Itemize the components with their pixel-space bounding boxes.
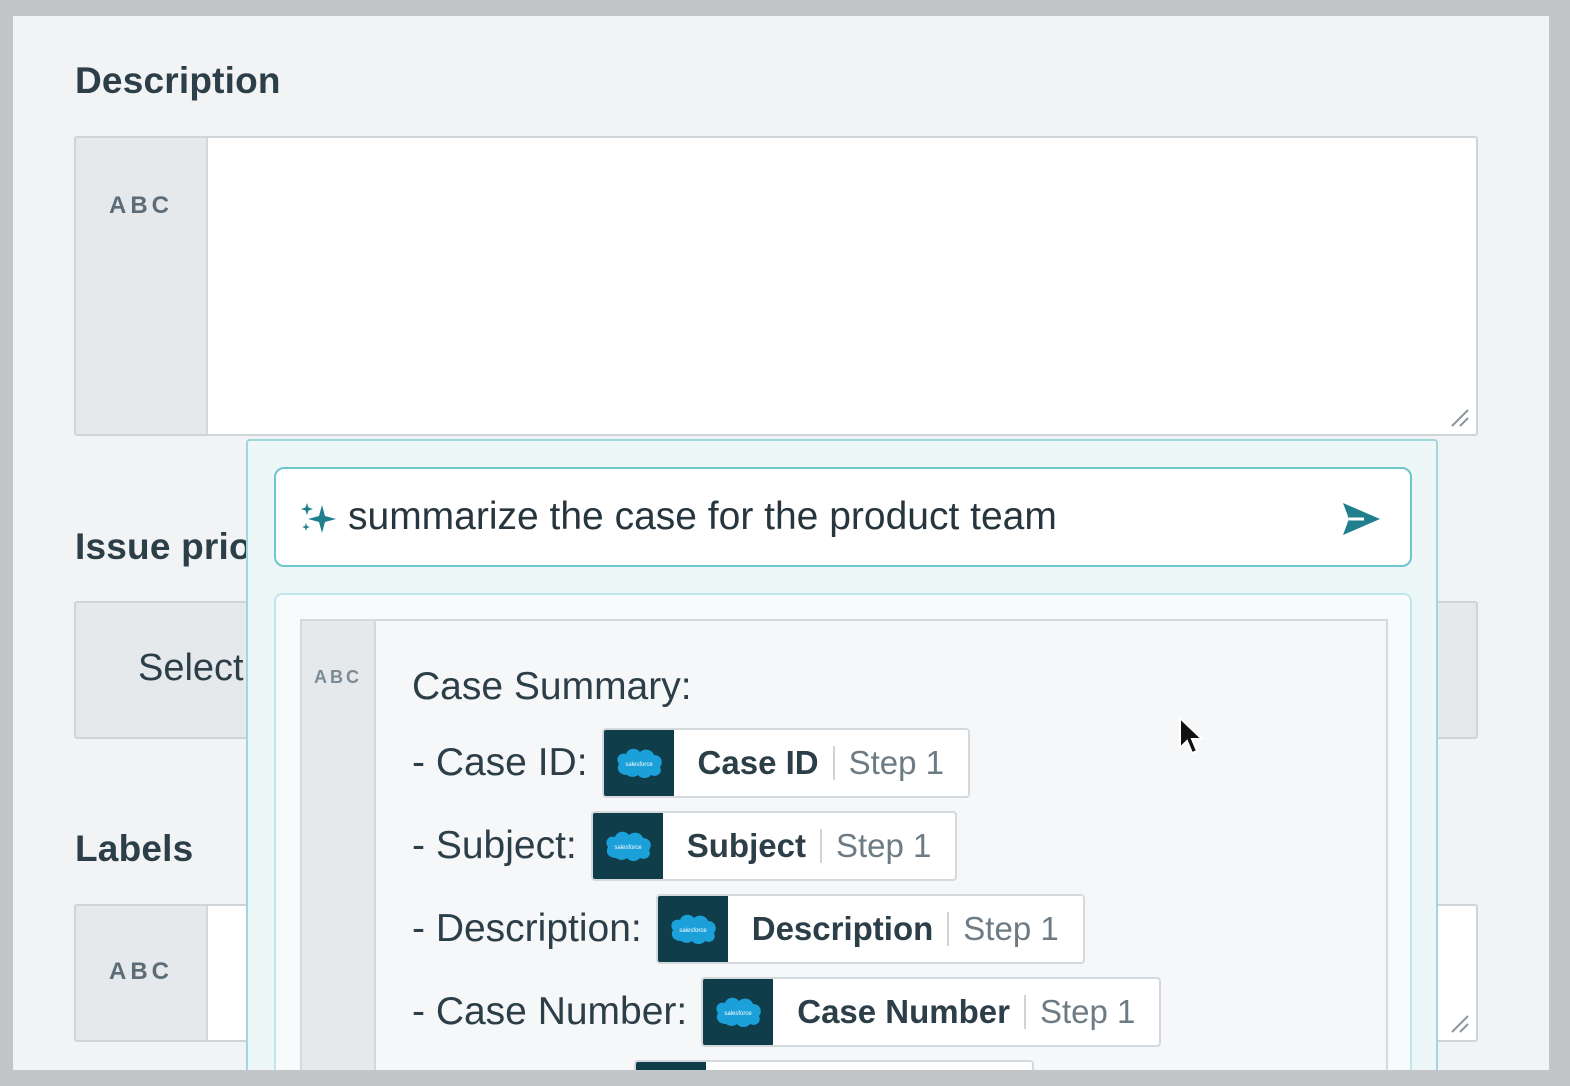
salesforce-icon: salesforce [592, 812, 663, 879]
type-badge-cell: ABC [76, 138, 208, 434]
pill-name: Case ID [697, 743, 819, 781]
labels-label: Labels [75, 828, 194, 869]
sparkle-icon [301, 503, 336, 533]
row-label: - Description: [412, 906, 642, 950]
pill-step: Step 1 [1040, 992, 1136, 1030]
data-pill-partial[interactable] [634, 1059, 1034, 1070]
ai-result-card: ABC Case Summary: - Case ID: salesforce … [274, 593, 1412, 1070]
data-pill-case-number[interactable]: salesforce Case Number Step 1 [701, 976, 1162, 1047]
salesforce-icon: salesforce [657, 895, 728, 962]
data-pill-subject[interactable]: salesforce Subject Step 1 [590, 810, 958, 881]
salesforce-icon [636, 1061, 706, 1070]
select-placeholder: Select [138, 647, 244, 689]
resize-handle-icon[interactable] [1448, 1012, 1470, 1034]
svg-text:salesforce: salesforce [679, 928, 707, 934]
data-pill-description[interactable]: salesforce Description Step 1 [655, 893, 1085, 964]
pill-name: Subject [686, 826, 806, 864]
prompt-text: summarize the case for the product team [348, 495, 1057, 538]
row-label: - Case ID: [412, 740, 588, 784]
resize-handle-icon[interactable] [1448, 406, 1470, 428]
data-pill-case-id[interactable]: salesforce Case ID Step 1 [601, 727, 971, 798]
issue-priority-label: Issue prio [75, 526, 252, 567]
summary-row: - Case ID: salesforce Case ID Step 1 [412, 721, 1376, 804]
svg-text:salesforce: salesforce [614, 845, 642, 851]
ai-assistant-panel: summarize the case for the product team … [246, 439, 1438, 1070]
description-textarea[interactable]: ABC [74, 136, 1478, 436]
summary-row-partial [412, 1053, 1376, 1070]
pill-step: Step 1 [963, 909, 1059, 947]
salesforce-icon: salesforce [703, 978, 774, 1045]
ai-prompt-input[interactable]: summarize the case for the product team [274, 467, 1412, 567]
type-badge-cell: ABC [76, 906, 208, 1040]
pill-step: Step 1 [848, 743, 945, 781]
row-label: - Subject: [412, 823, 577, 867]
pill-step: Step 1 [835, 826, 932, 864]
form-canvas: Description ABC Issue prio Select Labels… [13, 16, 1549, 1070]
mouse-cursor-icon [1179, 716, 1205, 755]
salesforce-icon: salesforce [603, 729, 674, 796]
result-content: Case Summary: - Case ID: salesforce Case… [412, 657, 1376, 1070]
pill-name: Case Number [797, 992, 1010, 1030]
send-icon[interactable] [1340, 499, 1382, 539]
result-field[interactable]: ABC Case Summary: - Case ID: salesforce … [300, 619, 1388, 1070]
description-label: Description [75, 60, 281, 101]
summary-row: - Subject: salesforce Subject Step 1 [412, 804, 1376, 887]
svg-text:salesforce: salesforce [725, 1011, 753, 1017]
summary-title: Case Summary: [412, 665, 692, 708]
type-badge: ABC [314, 667, 362, 687]
svg-text:salesforce: salesforce [625, 762, 653, 768]
type-badge-cell: ABC [302, 621, 376, 1070]
pill-name: Description [751, 909, 934, 947]
row-label: - Case Number: [412, 989, 688, 1033]
type-badge: ABC [109, 192, 173, 219]
type-badge: ABC [109, 958, 173, 985]
summary-row: - Description: salesforce Description St… [412, 887, 1376, 970]
summary-row: - Case Number: salesforce Case Number St… [412, 970, 1376, 1053]
